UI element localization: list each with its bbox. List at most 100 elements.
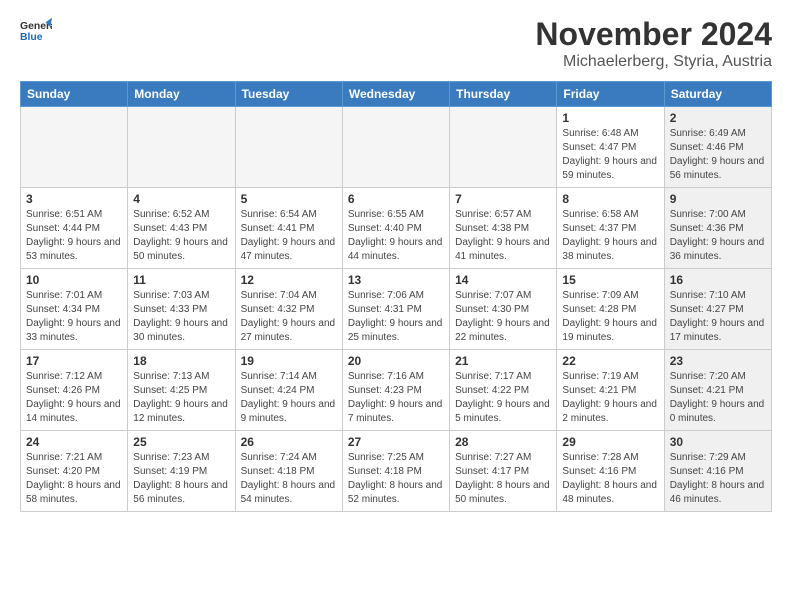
day-detail: Sunrise: 7:21 AM Sunset: 4:20 PM Dayligh…: [26, 451, 122, 507]
weekday-header-wednesday: Wednesday: [342, 82, 449, 107]
day-number: 19: [241, 354, 337, 368]
day-cell: 15 Sunrise: 7:09 AM Sunset: 4:28 PM Dayli…: [557, 269, 664, 350]
day-detail: Sunrise: 7:23 AM Sunset: 4:19 PM Dayligh…: [133, 451, 229, 507]
day-detail: Sunrise: 7:27 AM Sunset: 4:17 PM Dayligh…: [455, 451, 551, 507]
day-number: 1: [562, 111, 658, 125]
day-detail: Sunrise: 7:04 AM Sunset: 4:32 PM Dayligh…: [241, 289, 337, 345]
day-number: 12: [241, 273, 337, 287]
day-number: 13: [348, 273, 444, 287]
day-cell: [342, 107, 449, 188]
page: General Blue November 2024 Michaelerberg…: [0, 0, 792, 522]
day-detail: Sunrise: 6:51 AM Sunset: 4:44 PM Dayligh…: [26, 208, 122, 264]
weekday-header-sunday: Sunday: [21, 82, 128, 107]
svg-text:Blue: Blue: [20, 32, 43, 43]
weekday-header-saturday: Saturday: [664, 82, 771, 107]
day-cell: 17 Sunrise: 7:12 AM Sunset: 4:26 PM Dayli…: [21, 350, 128, 431]
day-detail: Sunrise: 6:58 AM Sunset: 4:37 PM Dayligh…: [562, 208, 658, 264]
day-cell: 4 Sunrise: 6:52 AM Sunset: 4:43 PM Daylig…: [128, 188, 235, 269]
day-number: 14: [455, 273, 551, 287]
weekday-header-monday: Monday: [128, 82, 235, 107]
day-number: 6: [348, 192, 444, 206]
logo-icon: General Blue: [20, 16, 52, 44]
day-detail: Sunrise: 7:24 AM Sunset: 4:18 PM Dayligh…: [241, 451, 337, 507]
day-number: 2: [670, 111, 766, 125]
day-detail: Sunrise: 7:09 AM Sunset: 4:28 PM Dayligh…: [562, 289, 658, 345]
location-title: Michaelerberg, Styria, Austria: [535, 53, 772, 71]
day-detail: Sunrise: 7:01 AM Sunset: 4:34 PM Dayligh…: [26, 289, 122, 345]
day-cell: 27Sunrise: 7:25 AM Sunset: 4:18 PM Dayli…: [342, 431, 449, 512]
day-cell: 22 Sunrise: 7:19 AM Sunset: 4:21 PM Dayli…: [557, 350, 664, 431]
day-number: 7: [455, 192, 551, 206]
day-cell: 26Sunrise: 7:24 AM Sunset: 4:18 PM Dayli…: [235, 431, 342, 512]
day-cell: 28 Sunrise: 7:27 AM Sunset: 4:17 PM Dayli…: [450, 431, 557, 512]
day-detail: Sunrise: 6:54 AM Sunset: 4:41 PM Dayligh…: [241, 208, 337, 264]
weekday-header-thursday: Thursday: [450, 82, 557, 107]
day-number: 25: [133, 435, 229, 449]
day-detail: Sunrise: 7:19 AM Sunset: 4:21 PM Dayligh…: [562, 370, 658, 426]
logo: General Blue: [20, 16, 52, 44]
day-number: 23: [670, 354, 766, 368]
week-row-2: 10 Sunrise: 7:01 AM Sunset: 4:34 PM Dayli…: [21, 269, 772, 350]
day-number: 21: [455, 354, 551, 368]
weekday-header-row: SundayMondayTuesdayWednesdayThursdayFrid…: [21, 82, 772, 107]
day-number: 8: [562, 192, 658, 206]
day-detail: Sunrise: 7:29 AM Sunset: 4:16 PM Dayligh…: [670, 451, 766, 507]
day-detail: Sunrise: 7:10 AM Sunset: 4:27 PM Dayligh…: [670, 289, 766, 345]
day-detail: Sunrise: 6:55 AM Sunset: 4:40 PM Dayligh…: [348, 208, 444, 264]
day-cell: 5 Sunrise: 6:54 AM Sunset: 4:41 PM Daylig…: [235, 188, 342, 269]
day-detail: Sunrise: 7:17 AM Sunset: 4:22 PM Dayligh…: [455, 370, 551, 426]
day-number: 20: [348, 354, 444, 368]
day-cell: 6 Sunrise: 6:55 AM Sunset: 4:40 PM Daylig…: [342, 188, 449, 269]
day-detail: Sunrise: 7:12 AM Sunset: 4:26 PM Dayligh…: [26, 370, 122, 426]
day-detail: Sunrise: 7:13 AM Sunset: 4:25 PM Dayligh…: [133, 370, 229, 426]
week-row-4: 24Sunrise: 7:21 AM Sunset: 4:20 PM Dayli…: [21, 431, 772, 512]
day-number: 9: [670, 192, 766, 206]
day-cell: 7 Sunrise: 6:57 AM Sunset: 4:38 PM Daylig…: [450, 188, 557, 269]
day-number: 17: [26, 354, 122, 368]
day-detail: Sunrise: 7:07 AM Sunset: 4:30 PM Dayligh…: [455, 289, 551, 345]
day-cell: 21 Sunrise: 7:17 AM Sunset: 4:22 PM Dayli…: [450, 350, 557, 431]
day-number: 22: [562, 354, 658, 368]
day-cell: 10 Sunrise: 7:01 AM Sunset: 4:34 PM Dayli…: [21, 269, 128, 350]
week-row-1: 3 Sunrise: 6:51 AM Sunset: 4:44 PM Daylig…: [21, 188, 772, 269]
day-cell: 16 Sunrise: 7:10 AM Sunset: 4:27 PM Dayli…: [664, 269, 771, 350]
day-number: 28: [455, 435, 551, 449]
day-cell: 29 Sunrise: 7:28 AM Sunset: 4:16 PM Dayli…: [557, 431, 664, 512]
day-number: 3: [26, 192, 122, 206]
day-cell: 11 Sunrise: 7:03 AM Sunset: 4:33 PM Dayli…: [128, 269, 235, 350]
day-number: 4: [133, 192, 229, 206]
day-cell: 12 Sunrise: 7:04 AM Sunset: 4:32 PM Dayli…: [235, 269, 342, 350]
day-cell: 3 Sunrise: 6:51 AM Sunset: 4:44 PM Daylig…: [21, 188, 128, 269]
day-detail: Sunrise: 7:25 AM Sunset: 4:18 PM Dayligh…: [348, 451, 444, 507]
day-detail: Sunrise: 6:57 AM Sunset: 4:38 PM Dayligh…: [455, 208, 551, 264]
day-detail: Sunrise: 7:03 AM Sunset: 4:33 PM Dayligh…: [133, 289, 229, 345]
day-detail: Sunrise: 7:28 AM Sunset: 4:16 PM Dayligh…: [562, 451, 658, 507]
day-detail: Sunrise: 7:20 AM Sunset: 4:21 PM Dayligh…: [670, 370, 766, 426]
day-cell: [128, 107, 235, 188]
day-number: 5: [241, 192, 337, 206]
day-cell: 1Sunrise: 6:48 AM Sunset: 4:47 PM Daylig…: [557, 107, 664, 188]
day-cell: 24Sunrise: 7:21 AM Sunset: 4:20 PM Dayli…: [21, 431, 128, 512]
header: General Blue November 2024 Michaelerberg…: [20, 16, 772, 71]
title-block: November 2024 Michaelerberg, Styria, Aus…: [535, 16, 772, 71]
day-number: 29: [562, 435, 658, 449]
day-cell: 30 Sunrise: 7:29 AM Sunset: 4:16 PM Dayli…: [664, 431, 771, 512]
day-number: 15: [562, 273, 658, 287]
day-number: 16: [670, 273, 766, 287]
day-number: 30: [670, 435, 766, 449]
month-title: November 2024: [535, 16, 772, 53]
day-detail: Sunrise: 7:06 AM Sunset: 4:31 PM Dayligh…: [348, 289, 444, 345]
day-number: 11: [133, 273, 229, 287]
day-cell: [450, 107, 557, 188]
day-cell: 20Sunrise: 7:16 AM Sunset: 4:23 PM Dayli…: [342, 350, 449, 431]
day-cell: 2 Sunrise: 6:49 AM Sunset: 4:46 PM Daylig…: [664, 107, 771, 188]
day-cell: 18Sunrise: 7:13 AM Sunset: 4:25 PM Dayli…: [128, 350, 235, 431]
day-cell: 13 Sunrise: 7:06 AM Sunset: 4:31 PM Dayli…: [342, 269, 449, 350]
day-cell: 14 Sunrise: 7:07 AM Sunset: 4:30 PM Dayli…: [450, 269, 557, 350]
weekday-header-friday: Friday: [557, 82, 664, 107]
weekday-header-tuesday: Tuesday: [235, 82, 342, 107]
day-detail: Sunrise: 6:49 AM Sunset: 4:46 PM Dayligh…: [670, 127, 766, 183]
day-detail: Sunrise: 6:52 AM Sunset: 4:43 PM Dayligh…: [133, 208, 229, 264]
calendar-table: SundayMondayTuesdayWednesdayThursdayFrid…: [20, 81, 772, 512]
day-number: 10: [26, 273, 122, 287]
